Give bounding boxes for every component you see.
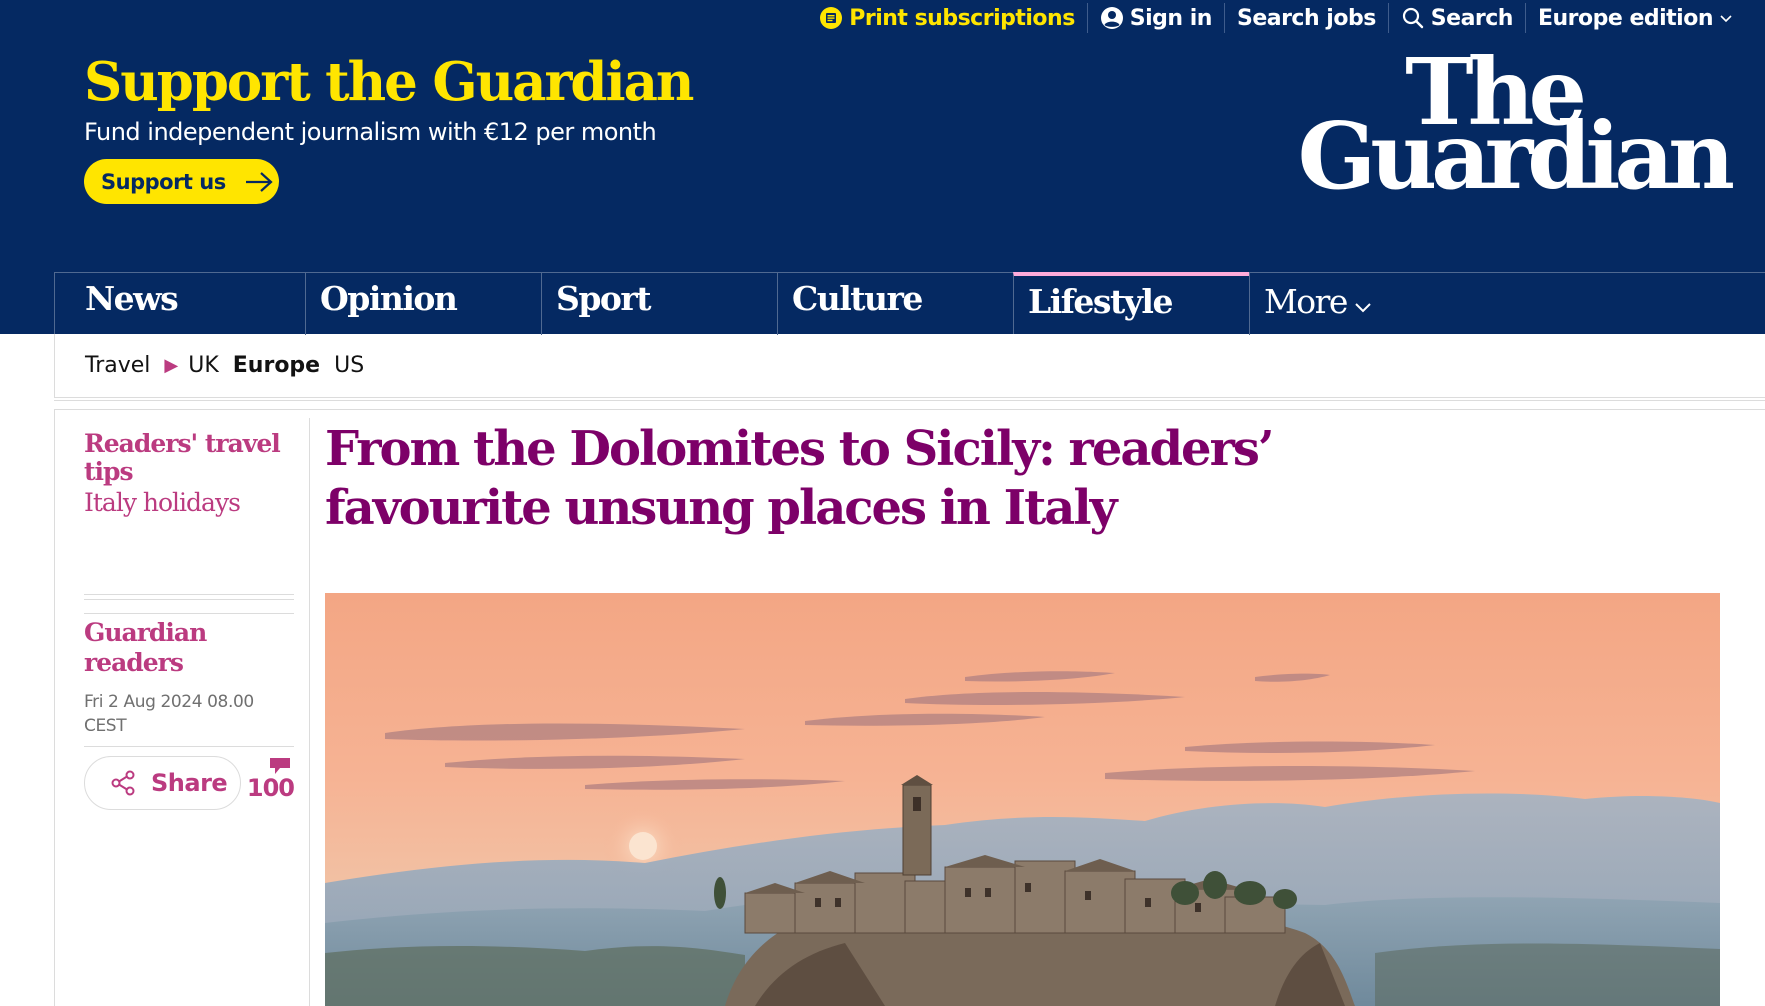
subnav-item-uk[interactable]: UK	[188, 353, 219, 378]
share-button[interactable]: Share	[84, 756, 241, 810]
article-headline: From the Dolomites to Sicily: readers’ f…	[325, 421, 1275, 536]
share-icon	[109, 769, 151, 797]
share-label: Share	[151, 769, 228, 797]
nav-item-lifestyle[interactable]: Lifestyle	[1013, 272, 1249, 334]
nav-item-label: More	[1264, 282, 1348, 321]
nav-item-label: Lifestyle	[1028, 282, 1173, 321]
hero-image[interactable]	[325, 593, 1720, 1006]
nav-pillars: News Opinion Sport Culture Lifestyle Mor…	[54, 272, 1765, 335]
sign-in-label: Sign in	[1129, 5, 1213, 31]
section-divider	[54, 400, 1765, 410]
subnav-item-us[interactable]: US	[334, 353, 364, 378]
hero-photo-civita-di-bagnoregio	[325, 593, 1720, 1006]
chevron-down-icon	[1719, 13, 1733, 23]
search-jobs-link[interactable]: Search jobs	[1225, 1, 1388, 35]
support-title: Support the Guardian	[84, 51, 694, 113]
masthead: Support the Guardian Fund independent jo…	[0, 46, 1765, 272]
column-rule	[309, 418, 310, 1006]
subnav-section-travel[interactable]: Travel	[85, 353, 150, 378]
series-tag[interactable]: Readers' travel tips	[84, 430, 284, 486]
nav-item-news[interactable]: News	[55, 273, 305, 335]
user-icon	[1100, 6, 1124, 30]
nav-item-sport[interactable]: Sport	[541, 273, 777, 335]
nav-item-label: Opinion	[320, 279, 458, 318]
publish-date[interactable]: Fri 2 Aug 2024 08.00 CEST	[84, 690, 284, 738]
comments-link[interactable]: 100	[244, 752, 295, 808]
print-subscriptions-link[interactable]: Print subscriptions	[807, 1, 1087, 35]
triangle-right-icon: ▶	[164, 355, 179, 376]
guardian-logo[interactable]: The Guardian	[1269, 46, 1735, 210]
support-us-label: Support us	[101, 169, 226, 194]
comment-count: 100	[246, 774, 295, 802]
print-subscriptions-label: Print subscriptions	[849, 5, 1075, 31]
search-label: Search	[1430, 5, 1514, 31]
search-jobs-label: Search jobs	[1236, 5, 1376, 31]
edition-label: Europe edition	[1537, 5, 1714, 31]
content-left-rule	[54, 410, 55, 1006]
arrow-right-icon	[226, 171, 274, 193]
newspaper-icon	[819, 6, 843, 30]
nav-item-culture[interactable]: Culture	[777, 273, 1013, 335]
meta-divider	[84, 746, 294, 747]
top-bar-links: Print subscriptions Sign in Search jobs …	[807, 0, 1745, 36]
subnav-item-europe[interactable]: Europe	[233, 353, 320, 378]
byline[interactable]: Guardian readers	[84, 618, 284, 678]
nav-item-label: News	[85, 279, 179, 318]
nav-item-opinion[interactable]: Opinion	[305, 273, 541, 335]
edition-selector[interactable]: Europe edition	[1526, 1, 1745, 35]
keyword-tag[interactable]: Italy holidays	[84, 488, 241, 517]
main-nav: News Opinion Sport Culture Lifestyle Mor…	[0, 272, 1765, 335]
support-us-button[interactable]: Support us	[84, 159, 279, 204]
search-icon	[1401, 6, 1425, 30]
chevron-down-icon	[1354, 301, 1372, 313]
sign-in-link[interactable]: Sign in	[1088, 1, 1224, 35]
meta-divider	[84, 594, 294, 614]
sub-nav: Travel ▶ UK Europe US	[54, 334, 1765, 398]
nav-item-label: Culture	[792, 279, 923, 318]
search-link[interactable]: Search	[1389, 1, 1525, 35]
nav-item-more[interactable]: More	[1249, 273, 1449, 335]
support-subtitle: Fund independent journalism with €12 per…	[84, 118, 657, 146]
nav-item-label: Sport	[556, 279, 652, 318]
logo-line-guardian: Guardian	[1297, 102, 1735, 210]
